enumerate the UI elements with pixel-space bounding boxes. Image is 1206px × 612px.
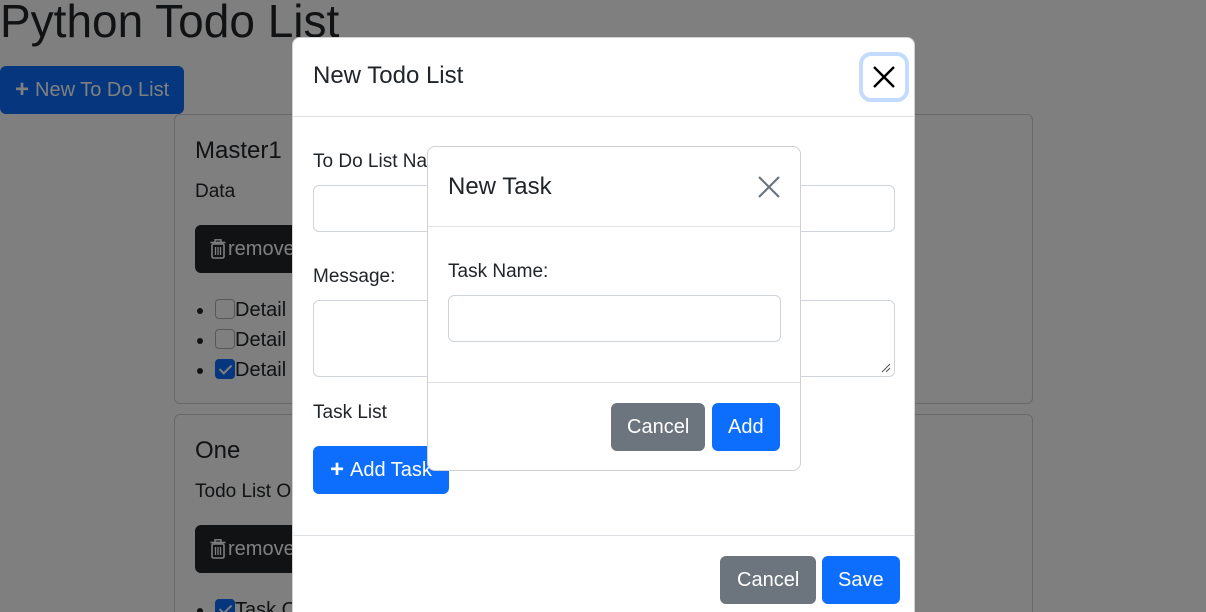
resize-grip-icon[interactable] <box>881 363 891 373</box>
cancel-button[interactable]: Cancel <box>720 556 817 604</box>
cancel-button[interactable]: Cancel <box>611 403 706 451</box>
new-task-modal: New Task Task Name: Cancel Add <box>427 146 801 471</box>
close-icon <box>873 66 895 88</box>
message-label: Message: <box>313 266 396 287</box>
modal-footer: Cancel Add <box>428 382 800 472</box>
add-button[interactable]: Add <box>712 403 780 451</box>
close-button[interactable] <box>748 166 790 208</box>
close-icon <box>758 176 780 198</box>
add-task-label: Add Task <box>350 459 432 481</box>
modal-footer: Cancel Save <box>293 535 914 612</box>
modal-header: New Todo List <box>293 38 914 117</box>
page: Python Todo List + New To Do List Master… <box>0 0 1206 612</box>
modal-title: New Task <box>448 173 552 200</box>
task-name-input[interactable] <box>448 295 781 342</box>
save-button[interactable]: Save <box>822 556 900 604</box>
plus-icon: + <box>330 456 345 483</box>
modal-title: New Todo List <box>313 62 464 89</box>
close-button[interactable] <box>863 56 905 98</box>
task-name-label: Task Name: <box>448 261 549 282</box>
task-list-label: Task List <box>313 402 387 423</box>
modal-header: New Task <box>428 147 800 227</box>
